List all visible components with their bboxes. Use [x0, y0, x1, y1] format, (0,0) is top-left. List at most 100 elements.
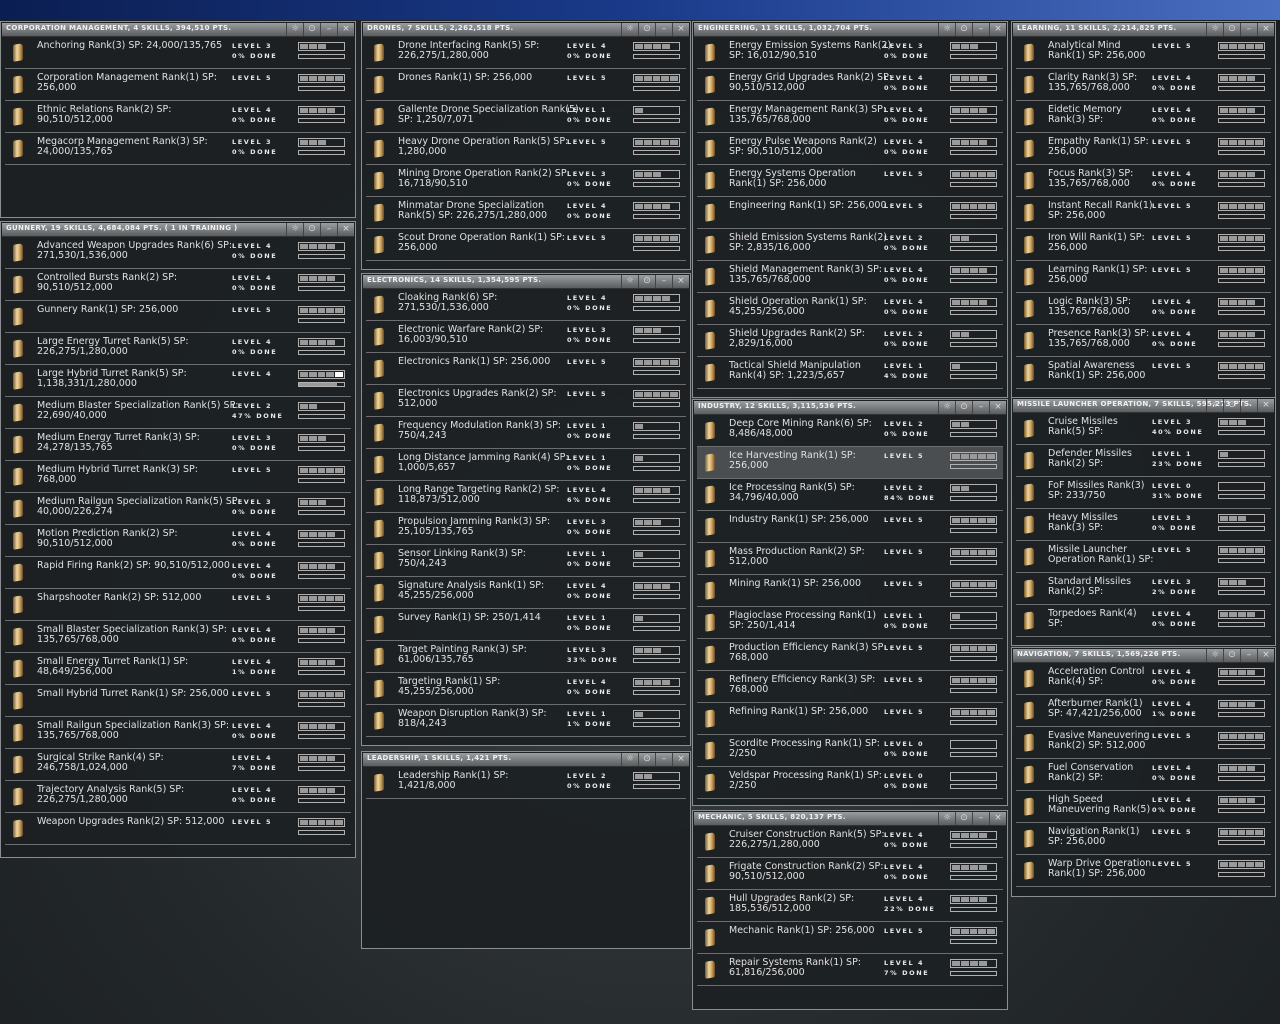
pin-button[interactable]: ☼	[938, 23, 955, 36]
window-header[interactable]: MECHANIC, 5 SKILLS, 820,137 PTS. ☼ ⊙ – ×	[694, 812, 1006, 826]
minimize-button[interactable]: –	[1240, 23, 1257, 36]
skill-row[interactable]: Analytical Mind Rank(1) SP: 256,000 LEVEL …	[1016, 37, 1271, 69]
skill-row[interactable]: Defender Missiles Rank(2) SP: LEVEL 1 23% D…	[1016, 445, 1271, 477]
minimize-button[interactable]: –	[1240, 649, 1257, 662]
skill-row[interactable]: Torpedoes Rank(4) SP: LEVEL 4 0% DONE	[1016, 605, 1271, 637]
skill-row[interactable]: Standard Missiles Rank(2) SP: LEVEL 3 2% DO…	[1016, 573, 1271, 605]
skill-row[interactable]: Cruise Missiles Rank(5) SP: LEVEL 3 40% DON…	[1016, 413, 1271, 445]
skill-row[interactable]: Target Painting Rank(3) SP: 61,006/135,76…	[366, 641, 686, 673]
skill-row[interactable]: Survey Rank(1) SP: 250/1,414 LEVEL 1 0% DO…	[366, 609, 686, 641]
close-button[interactable]: ×	[989, 401, 1006, 414]
skill-row[interactable]: Deep Core Mining Rank(6) SP: 8,486/48,000…	[697, 415, 1003, 447]
close-button[interactable]: ×	[672, 753, 689, 766]
options-button[interactable]: ⊙	[638, 23, 655, 36]
skill-row[interactable]: Advanced Weapon Upgrades Rank(6) SP: 271,…	[5, 237, 351, 269]
skill-row[interactable]: Scordite Processing Rank(1) SP: 2/250 LEVE…	[697, 735, 1003, 767]
options-button[interactable]: ⊙	[955, 812, 972, 825]
skill-row[interactable]: Sensor Linking Rank(3) SP: 750/4,243 LEVEL…	[366, 545, 686, 577]
close-button[interactable]: ×	[989, 812, 1006, 825]
skill-row[interactable]: Refinery Efficiency Rank(3) SP: 768,000 LE…	[697, 671, 1003, 703]
skill-row[interactable]: Logic Rank(3) SP: 135,765/768,000 LEVEL 4 0…	[1016, 293, 1271, 325]
skill-row[interactable]: Signature Analysis Rank(1) SP: 45,255/256…	[366, 577, 686, 609]
minimize-button[interactable]: –	[320, 23, 337, 36]
skill-row[interactable]: Shield Emission Systems Rank(2) SP: 2,835…	[697, 229, 1003, 261]
window-header[interactable]: MISSILE LAUNCHER OPERATION, 7 SKILLS, 59…	[1013, 399, 1274, 413]
skill-row[interactable]: Propulsion Jamming Rank(3) SP: 25,105/135…	[366, 513, 686, 545]
skill-row[interactable]: Mass Production Rank(2) SP: 512,000 LEVEL …	[697, 543, 1003, 575]
options-button[interactable]: ⊙	[638, 753, 655, 766]
skill-row[interactable]: Spatial Awareness Rank(1) SP: 256,000 LEVE…	[1016, 357, 1271, 389]
skill-row[interactable]: FoF Missiles Rank(3) SP: 233/750 LEVEL 0 31…	[1016, 477, 1271, 509]
skill-row[interactable]: Medium Energy Turret Rank(3) SP: 24,278/1…	[5, 429, 351, 461]
skill-row[interactable]: Cloaking Rank(6) SP: 271,530/1,536,000 LEV…	[366, 289, 686, 321]
skill-row[interactable]: Electronics Upgrades Rank(2) SP: 512,000 L…	[366, 385, 686, 417]
skill-row[interactable]: Acceleration Control Rank(4) SP: LEVEL 4 0%…	[1016, 663, 1271, 695]
skill-row[interactable]: Mining Drone Operation Rank(2) SP: 16,718…	[366, 165, 686, 197]
skill-row[interactable]: Long Distance Jamming Rank(4) SP: 1,000/5…	[366, 449, 686, 481]
skill-row[interactable]: Cruiser Construction Rank(5) SP: 226,275/…	[697, 826, 1003, 858]
skill-row[interactable]: Ethnic Relations Rank(2) SP: 90,510/512,0…	[5, 101, 351, 133]
skill-row[interactable]: Rapid Firing Rank(2) SP: 90,510/512,000 L…	[5, 557, 351, 589]
skill-row[interactable]: Small Energy Turret Rank(1) SP: 48,649/25…	[5, 653, 351, 685]
skill-row[interactable]: Fuel Conservation Rank(2) SP: LEVEL 4 0% DO…	[1016, 759, 1271, 791]
skill-row[interactable]: Weapon Upgrades Rank(2) SP: 512,000 LEVEL…	[5, 813, 351, 845]
skill-row[interactable]: Ice Harvesting Rank(1) SP: 256,000 LEVEL 5	[697, 447, 1003, 479]
skill-row[interactable]: Mechanic Rank(1) SP: 256,000 LEVEL 5	[697, 922, 1003, 954]
skill-row[interactable]: Industry Rank(1) SP: 256,000 LEVEL 5	[697, 511, 1003, 543]
window-header[interactable]: LEARNING, 11 SKILLS, 2,214,825 PTS. ☼ ⊙ – ×	[1013, 23, 1274, 37]
minimize-button[interactable]: –	[1240, 399, 1257, 412]
options-button[interactable]: ⊙	[638, 275, 655, 288]
skill-row[interactable]: Frequency Modulation Rank(3) SP: 750/4,24…	[366, 417, 686, 449]
pin-button[interactable]: ☼	[286, 23, 303, 36]
window-header[interactable]: GUNNERY, 19 SKILLS, 4,684,084 PTS. ( 1 I…	[2, 223, 354, 237]
skill-row[interactable]: Engineering Rank(1) SP: 256,000 LEVEL 5	[697, 197, 1003, 229]
skill-row[interactable]: High Speed Maneuvering Rank(5) LEVEL 4 0% D…	[1016, 791, 1271, 823]
skill-row[interactable]: Focus Rank(3) SP: 135,765/768,000 LEVEL 4 0…	[1016, 165, 1271, 197]
skill-row[interactable]: Plagioclase Processing Rank(1) SP: 250/1,…	[697, 607, 1003, 639]
window-header[interactable]: DRONES, 7 SKILLS, 2,262,518 PTS. ☼ ⊙ – ×	[363, 23, 689, 37]
window-header[interactable]: CORPORATION MANAGEMENT, 4 SKILLS, 394,51…	[2, 23, 354, 37]
close-button[interactable]: ×	[672, 23, 689, 36]
skill-row[interactable]: Heavy Missiles Rank(3) SP: LEVEL 3 0% DONE	[1016, 509, 1271, 541]
pin-button[interactable]: ☼	[1206, 23, 1223, 36]
skill-row[interactable]: Drone Interfacing Rank(5) SP: 226,275/1,2…	[366, 37, 686, 69]
minimize-button[interactable]: –	[972, 23, 989, 36]
options-button[interactable]: ⊙	[955, 401, 972, 414]
close-button[interactable]: ×	[989, 23, 1006, 36]
skill-row[interactable]: Large Hybrid Turret Rank(5) SP: 1,138,331…	[5, 365, 351, 397]
pin-button[interactable]: ☼	[938, 401, 955, 414]
skill-row[interactable]: Sharpshooter Rank(2) SP: 512,000 LEVEL 5	[5, 589, 351, 621]
minimize-button[interactable]: –	[655, 275, 672, 288]
skill-row[interactable]: Medium Hybrid Turret Rank(3) SP: 768,000 L…	[5, 461, 351, 493]
pin-button[interactable]: ☼	[621, 23, 638, 36]
close-button[interactable]: ×	[672, 275, 689, 288]
skill-row[interactable]: Motion Prediction Rank(2) SP: 90,510/512,…	[5, 525, 351, 557]
skill-row[interactable]: Anchoring Rank(3) SP: 24,000/135,765 LEVE…	[5, 37, 351, 69]
skill-row[interactable]: Iron Will Rank(1) SP: 256,000 LEVEL 5	[1016, 229, 1271, 261]
skill-row[interactable]: Energy Management Rank(3) SP: 135,765/768…	[697, 101, 1003, 133]
skill-row[interactable]: Scout Drone Operation Rank(1) SP: 256,000…	[366, 229, 686, 261]
close-button[interactable]: ×	[337, 23, 354, 36]
skill-row[interactable]: Presence Rank(3) SP: 135,765/768,000 LEVEL…	[1016, 325, 1271, 357]
skill-row[interactable]: Evasive Maneuvering Rank(2) SP: 512,000 LE…	[1016, 727, 1271, 759]
options-button[interactable]: ⊙	[303, 223, 320, 236]
skill-row[interactable]: Shield Upgrades Rank(2) SP: 2,829/16,000 L…	[697, 325, 1003, 357]
window-header[interactable]: LEADERSHIP, 1 SKILLS, 1,421 PTS. ☼ ⊙ – ×	[363, 753, 689, 767]
skill-row[interactable]: Clarity Rank(3) SP: 135,765/768,000 LEVEL …	[1016, 69, 1271, 101]
pin-button[interactable]: ☼	[286, 223, 303, 236]
window-header[interactable]: ELECTRONICS, 14 SKILLS, 1,354,595 PTS. ☼ ⊙…	[363, 275, 689, 289]
pin-button[interactable]: ☼	[1206, 399, 1223, 412]
skill-row[interactable]: Gunnery Rank(1) SP: 256,000 LEVEL 5	[5, 301, 351, 333]
skill-row[interactable]: Drones Rank(1) SP: 256,000 LEVEL 5	[366, 69, 686, 101]
skill-row[interactable]: Missile Launcher Operation Rank(1) SP: LEV…	[1016, 541, 1271, 573]
close-button[interactable]: ×	[1257, 399, 1274, 412]
minimize-button[interactable]: –	[320, 223, 337, 236]
minimize-button[interactable]: –	[972, 812, 989, 825]
pin-button[interactable]: ☼	[621, 753, 638, 766]
skill-row[interactable]: Production Efficiency Rank(3) SP: 768,000…	[697, 639, 1003, 671]
skill-row[interactable]: Hull Upgrades Rank(2) SP: 185,536/512,000…	[697, 890, 1003, 922]
skill-row[interactable]: Navigation Rank(1) SP: 256,000 LEVEL 5	[1016, 823, 1271, 855]
skill-row[interactable]: Repair Systems Rank(1) SP: 61,816/256,000…	[697, 954, 1003, 986]
minimize-button[interactable]: –	[655, 753, 672, 766]
close-button[interactable]: ×	[337, 223, 354, 236]
